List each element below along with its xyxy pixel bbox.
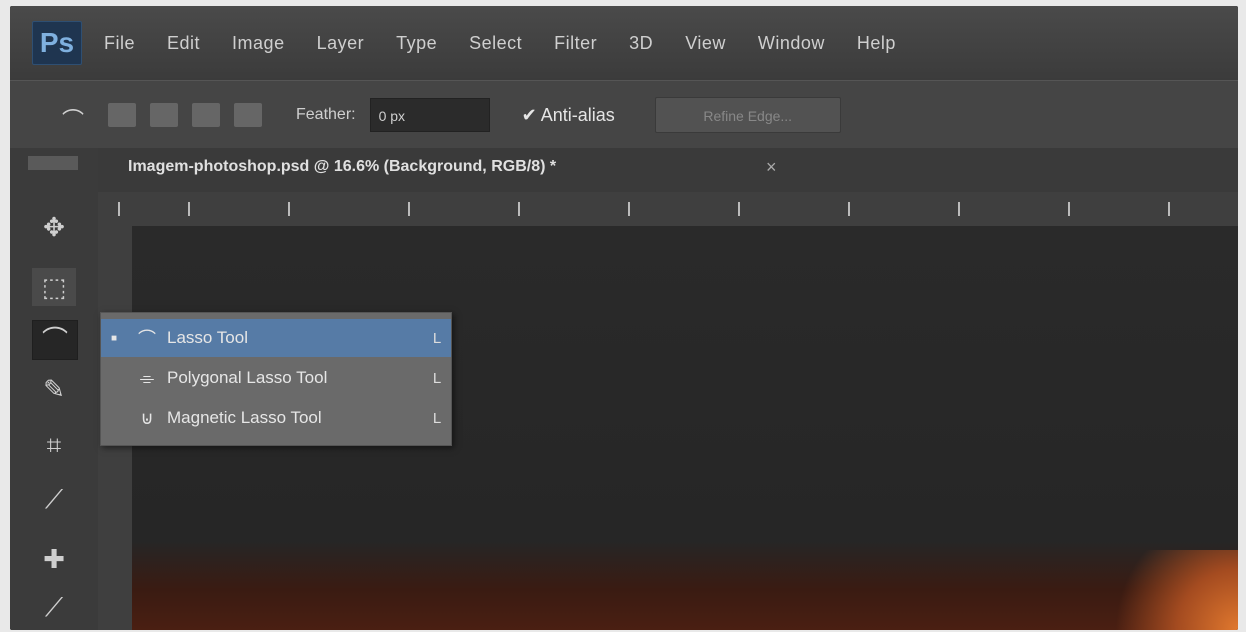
photoshop-window: Ps File Edit Image Layer Type Select Fil… bbox=[10, 6, 1238, 630]
tools-panel: ✥ ⬚ ⌒ ✎ ⌗ ⟋ ✚ ⟋ bbox=[10, 148, 99, 630]
document-title: Imagem-photoshop.psd @ 16.6% (Background… bbox=[128, 158, 557, 175]
ruler-tick bbox=[408, 202, 410, 216]
horizontal-ruler bbox=[98, 192, 1238, 227]
lasso-preset-icon[interactable]: ⌒ bbox=[62, 103, 94, 133]
selected-bullet-icon: ■ bbox=[110, 332, 118, 344]
flyout-item-shortcut: L bbox=[432, 409, 442, 427]
menu-edit[interactable]: Edit bbox=[167, 33, 200, 54]
flyout-item-lasso-tool[interactable]: ■ ⌒ Lasso Tool L bbox=[101, 319, 451, 357]
ruler-tick bbox=[1168, 202, 1170, 216]
photoshop-logo: Ps bbox=[32, 21, 82, 65]
ruler-tick bbox=[288, 202, 290, 216]
menu-file[interactable]: File bbox=[104, 33, 135, 54]
lasso-icon: ⌒ bbox=[138, 329, 156, 349]
document-tab[interactable]: Imagem-photoshop.psd @ 16.6% (Background… bbox=[98, 148, 1238, 192]
ruler-tick bbox=[628, 202, 630, 216]
lasso-tool-flyout-menu: ■ ⌒ Lasso Tool L ⌯ Polygonal Lasso Tool … bbox=[100, 312, 452, 446]
eyedropper-tool-icon[interactable]: ⟋ bbox=[32, 480, 76, 518]
menu-3d[interactable]: 3D bbox=[629, 33, 653, 54]
refine-edge-button[interactable]: Refine Edge... bbox=[654, 97, 841, 133]
flyout-item-shortcut: L bbox=[432, 329, 442, 347]
intersect-selection-icon[interactable] bbox=[234, 103, 262, 127]
flyout-item-label: Magnetic Lasso Tool bbox=[167, 408, 322, 427]
anti-alias-label: Anti-alias bbox=[540, 104, 615, 125]
menu-help[interactable]: Help bbox=[857, 33, 896, 54]
ruler-tick bbox=[958, 202, 960, 216]
lasso-tool-icon[interactable]: ⌒ bbox=[32, 320, 78, 360]
image-corner-glow bbox=[1108, 550, 1238, 630]
polygonal-lasso-icon: ⌯ bbox=[139, 367, 155, 388]
subtract-from-selection-icon[interactable] bbox=[192, 103, 220, 127]
menu-window[interactable]: Window bbox=[758, 33, 825, 54]
flyout-item-label: Lasso Tool bbox=[167, 328, 248, 347]
flyout-item-label: Polygonal Lasso Tool bbox=[167, 368, 328, 387]
ruler-tick bbox=[518, 202, 520, 216]
flyout-item-shortcut: L bbox=[432, 369, 442, 387]
marquee-tool-icon[interactable]: ⬚ bbox=[32, 268, 76, 306]
crop-tool-icon[interactable]: ⌗ bbox=[32, 426, 76, 464]
menu-view[interactable]: View bbox=[685, 33, 726, 54]
ruler-tick bbox=[1068, 202, 1070, 216]
menu-image[interactable]: Image bbox=[232, 33, 285, 54]
menu-layer[interactable]: Layer bbox=[317, 33, 365, 54]
feather-label: Feather: bbox=[296, 106, 356, 123]
close-document-icon[interactable]: × bbox=[766, 157, 777, 178]
new-selection-icon[interactable] bbox=[108, 103, 136, 127]
menu-type[interactable]: Type bbox=[396, 33, 437, 54]
quick-selection-tool-icon[interactable]: ✎ bbox=[32, 370, 76, 408]
panel-collapse-handle[interactable] bbox=[28, 156, 78, 170]
anti-alias-checkbox[interactable]: ✔ Anti-alias bbox=[522, 105, 615, 126]
feather-input[interactable]: 0 px bbox=[369, 98, 490, 132]
flyout-item-polygonal-lasso-tool[interactable]: ⌯ Polygonal Lasso Tool L bbox=[101, 359, 451, 397]
healing-brush-tool-icon[interactable]: ✚ bbox=[32, 540, 76, 578]
add-to-selection-icon[interactable] bbox=[150, 103, 178, 127]
ruler-tick bbox=[848, 202, 850, 216]
move-tool-icon[interactable]: ✥ bbox=[32, 208, 76, 246]
ruler-tick bbox=[188, 202, 190, 216]
ruler-tick bbox=[118, 202, 120, 216]
brush-tool-icon[interactable]: ⟋ bbox=[32, 588, 76, 626]
menu-bar: Ps File Edit Image Layer Type Select Fil… bbox=[10, 6, 1238, 80]
flyout-item-magnetic-lasso-tool[interactable]: ⊍ Magnetic Lasso Tool L bbox=[101, 399, 451, 437]
menu-select[interactable]: Select bbox=[469, 33, 522, 54]
menu-filter[interactable]: Filter bbox=[554, 33, 597, 54]
options-bar: ⌒ Feather: 0 px ✔ Anti-alias Refine Edge… bbox=[10, 80, 1238, 150]
magnetic-lasso-icon: ⊍ bbox=[140, 407, 154, 428]
ruler-tick bbox=[738, 202, 740, 216]
